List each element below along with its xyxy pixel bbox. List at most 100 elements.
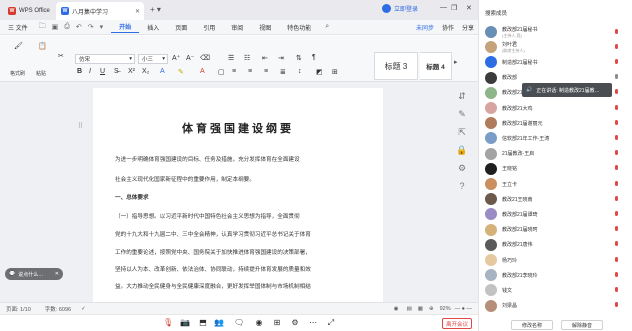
- mic-muted-icon[interactable]: [614, 210, 619, 218]
- folder-icon[interactable]: 🗀: [39, 22, 46, 33]
- record-icon[interactable]: ◉: [254, 318, 264, 328]
- participant-row[interactable]: 教改部21唐伟: [479, 237, 632, 253]
- undo-icon[interactable]: ↶: [76, 23, 82, 31]
- mic-muted-icon[interactable]: [614, 104, 619, 112]
- mic-muted-icon[interactable]: [614, 180, 619, 188]
- highlight-icon[interactable]: ✎: [178, 68, 184, 76]
- line-spacing-icon[interactable]: ↕: [298, 68, 302, 75]
- pen-icon[interactable]: ✎: [456, 108, 468, 120]
- indent-decrease-icon[interactable]: ⇤: [262, 54, 268, 62]
- bullet-list-icon[interactable]: ☰: [228, 54, 234, 62]
- word-count[interactable]: 字数: 6096: [45, 305, 71, 313]
- participant-row[interactable]: 钱文: [479, 282, 632, 298]
- mic-muted-icon[interactable]: [614, 286, 619, 294]
- menu-file[interactable]: 三 文件: [0, 23, 36, 32]
- participant-row[interactable]: 信软部21年工作-王涛: [479, 130, 632, 146]
- drag-handle-icon[interactable]: ⠿: [78, 122, 83, 130]
- participants-icon[interactable]: 👥: [214, 318, 224, 328]
- page-view-icon[interactable]: ▦: [418, 306, 423, 312]
- underline-icon[interactable]: U: [100, 68, 105, 75]
- camera-icon[interactable]: 📷: [180, 318, 190, 328]
- sync-status[interactable]: 未同步: [412, 23, 438, 32]
- lock-icon[interactable]: 🔒: [456, 144, 468, 156]
- sort-icon[interactable]: ⇅: [296, 54, 302, 62]
- redo-icon[interactable]: ↷: [88, 23, 94, 31]
- member-search[interactable]: 搜索成员: [485, 9, 507, 17]
- participant-row[interactable]: 王立卡: [479, 176, 632, 192]
- participant-row[interactable]: 教改部21届晓珂: [479, 222, 632, 238]
- document-page[interactable]: ⠿ 体育强国建设纲要 为进一步明确体育强国建设的目标、任务及措施，充分发挥体育在…: [78, 88, 383, 302]
- search-icon[interactable]: ⌕: [325, 23, 329, 31]
- proofread-icon[interactable]: ✓: [81, 306, 86, 312]
- grow-font-icon[interactable]: A⁺: [172, 54, 180, 62]
- page-indicator[interactable]: 页面: 1/10: [6, 305, 31, 313]
- participant-row[interactable]: 教改部21届谭琦: [479, 206, 632, 222]
- align-left-icon[interactable]: ≡: [232, 68, 236, 75]
- mic-muted-icon[interactable]: [614, 241, 619, 248]
- close-window-icon[interactable]: ✕: [466, 4, 472, 12]
- chat-icon[interactable]: 🗨: [234, 318, 244, 328]
- view-icon[interactable]: ◉: [394, 306, 399, 312]
- menu-insert[interactable]: 插入: [139, 23, 167, 32]
- unmute-all-button[interactable]: 解除静音: [561, 320, 603, 330]
- align-center-icon[interactable]: ≡: [248, 68, 252, 75]
- style-heading4[interactable]: 标题 4: [420, 52, 452, 80]
- mic-muted-icon[interactable]: [614, 58, 619, 66]
- participant-row[interactable]: 教改部21届谢丽元: [479, 115, 632, 131]
- close-icon[interactable]: ✕: [55, 271, 59, 277]
- read-mode-icon[interactable]: ▤: [407, 306, 412, 312]
- web-view-icon[interactable]: ⊕: [429, 306, 434, 312]
- rename-button[interactable]: 修改名称: [511, 320, 553, 330]
- menu-features[interactable]: 特色功能: [279, 23, 319, 32]
- chat-input-bubble[interactable]: 💬 说点什么… ✕: [5, 268, 63, 280]
- participant-row[interactable]: 刘叶君 (联席主持人): [479, 39, 632, 55]
- participant-row[interactable]: 杨巧玲: [479, 252, 632, 268]
- menu-review[interactable]: 审阅: [223, 23, 251, 32]
- share-button[interactable]: 分享: [458, 23, 478, 32]
- paste-icon[interactable]: 📋: [38, 42, 47, 50]
- styles-more-icon[interactable]: ▸: [454, 58, 458, 66]
- zoom-value[interactable]: 92%: [440, 306, 451, 312]
- login-button[interactable]: 立即登录: [382, 4, 418, 13]
- font-family-select[interactable]: 仿宋 ▾: [75, 54, 135, 64]
- participant-row[interactable]: 教改部21李晓玲: [479, 267, 632, 283]
- minimize-icon[interactable]: —: [440, 4, 447, 11]
- settings-icon[interactable]: ⚙: [456, 162, 468, 174]
- cut-icon[interactable]: ✂: [58, 52, 64, 60]
- mic-muted-icon[interactable]: [614, 119, 619, 127]
- mic-muted-icon[interactable]: [614, 165, 619, 172]
- participant-row[interactable]: 21届教改-王启: [479, 146, 632, 162]
- shrink-font-icon[interactable]: A⁻: [186, 54, 194, 62]
- leave-meeting-button[interactable]: 离开会议: [442, 318, 472, 329]
- font-size-select[interactable]: 小三 ▾: [138, 54, 168, 64]
- participant-row[interactable]: 教改部21大鸡: [479, 100, 632, 116]
- mic-muted-icon[interactable]: [614, 134, 619, 142]
- settings-icon[interactable]: ⚙: [290, 318, 300, 328]
- clear-format-icon[interactable]: ⌫: [200, 54, 210, 62]
- save-icon[interactable]: ▣: [52, 23, 59, 31]
- help-icon[interactable]: ?: [456, 180, 468, 192]
- apps-icon[interactable]: ⊞: [272, 318, 282, 328]
- share-screen-icon[interactable]: ⬒: [198, 318, 208, 328]
- superscript-icon[interactable]: X²: [128, 68, 135, 75]
- mic-muted-icon[interactable]: [614, 195, 619, 203]
- mic-muted-icon[interactable]: [614, 89, 619, 96]
- mic-muted-icon[interactable]: [614, 28, 619, 36]
- new-tab-icon[interactable]: + ▾: [150, 5, 161, 14]
- numbered-list-icon[interactable]: ☷: [244, 54, 250, 62]
- more-icon[interactable]: ⋯: [308, 318, 318, 328]
- menu-view[interactable]: 视图: [251, 23, 279, 32]
- show-marks-icon[interactable]: ¶: [312, 54, 316, 61]
- mic-icon[interactable]: [614, 74, 619, 81]
- maximize-icon[interactable]: ❐: [451, 4, 457, 12]
- tab-document[interactable]: W 八月集中学习 ✕: [56, 2, 144, 20]
- mic-muted-icon[interactable]: [614, 302, 619, 309]
- mic-icon[interactable]: 🎙: [163, 318, 173, 328]
- align-right-icon[interactable]: ≡: [264, 68, 268, 75]
- zoom-slider[interactable]: — ● —: [455, 306, 472, 312]
- participant-row[interactable]: 刘梁晶: [479, 298, 632, 314]
- select-icon[interactable]: ⇱: [456, 126, 468, 138]
- participant-row[interactable]: 教改21王晓南: [479, 191, 632, 207]
- print-icon[interactable]: ⎙: [64, 23, 70, 31]
- mic-muted-icon[interactable]: [614, 226, 619, 233]
